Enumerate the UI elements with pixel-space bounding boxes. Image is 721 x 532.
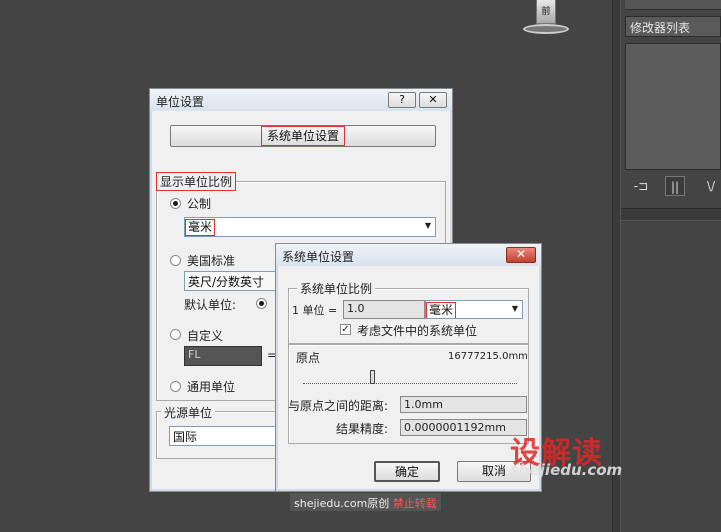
us-standard-dropdown[interactable]: 英尺/分数英寸	[184, 271, 284, 291]
close-button[interactable]: ✕	[419, 92, 447, 108]
modifier-stack-toolbar: -⊐ || \/	[625, 174, 721, 198]
modifier-list-dropdown[interactable]: 修改器列表	[625, 16, 721, 37]
custom-unit-field[interactable]: FL	[184, 346, 262, 366]
ok-button[interactable]: 确定	[374, 461, 440, 482]
generic-units-radio[interactable]	[170, 381, 181, 392]
system-unit-scale-label: 系统单位比例	[297, 280, 376, 297]
credit-note: 禁止转载	[392, 497, 437, 510]
respect-system-units-checkbox[interactable]: ✓	[340, 324, 351, 335]
origin-slider-track[interactable]	[303, 374, 517, 384]
us-standard-label: 美国标准	[187, 254, 236, 268]
precision-field[interactable]: 0.0000001192mm	[400, 419, 527, 436]
system-unit-setup-label: 系统单位设置	[260, 126, 345, 146]
lighting-units-label: 光源单位	[161, 404, 216, 421]
default-units-label: 默认单位:	[184, 298, 237, 312]
origin-label: 原点	[296, 351, 321, 365]
close-button[interactable]: ✕	[506, 247, 536, 263]
rollout-separator	[621, 208, 721, 220]
custom-label: 自定义	[187, 329, 224, 343]
lighting-units-dropdown[interactable]: 国际	[169, 426, 289, 446]
system-unit-setup-titlebar[interactable]: 系统单位设置	[276, 244, 541, 266]
us-standard-radio[interactable]	[170, 255, 181, 266]
metric-label: 公制	[187, 197, 212, 211]
system-unit-setup-button[interactable]: 系统单位设置	[170, 125, 436, 147]
custom-radio[interactable]	[170, 329, 181, 340]
rollout-area[interactable]	[621, 220, 721, 532]
make-unique-icon[interactable]: \/	[701, 176, 721, 196]
units-setup-title: 单位设置	[156, 95, 205, 109]
viewcube-face[interactable]: 前	[536, 0, 556, 24]
credit-site: shejiedu.com原创	[294, 497, 390, 510]
display-unit-scale-label: 显示单位比例	[156, 172, 237, 191]
metric-units-value: 毫米	[185, 219, 216, 236]
modifier-stack[interactable]	[625, 43, 721, 170]
unit-scale-field[interactable]: 1.0	[343, 300, 425, 319]
metric-units-dropdown[interactable]: 毫米 ▼	[184, 217, 436, 237]
distance-label: 与原点之间的距离:	[288, 399, 389, 413]
credit-banner: shejiedu.com原创 禁止转载	[290, 493, 441, 511]
system-unit-setup-dialog: 系统单位设置 ✕ 系统单位比例 1 单位 = 1.0 毫米 ▼ ✓ 考虑文件中的…	[275, 243, 542, 492]
pin-stack-icon[interactable]: -⊐	[631, 176, 651, 196]
system-unit-setup-title: 系统单位设置	[282, 250, 355, 264]
show-end-result-icon[interactable]: ||	[665, 176, 685, 196]
chevron-down-icon: ▼	[511, 304, 518, 313]
help-button[interactable]: ?	[388, 92, 416, 108]
origin-value: 16777215.0mm	[448, 351, 528, 362]
chevron-down-icon: ▼	[424, 221, 431, 230]
viewcube[interactable]: 前	[523, 0, 569, 36]
metric-radio[interactable]	[170, 198, 181, 209]
viewcube-ring[interactable]	[523, 24, 569, 34]
watermark-url: shejiedu.com	[510, 461, 623, 479]
default-units-radio[interactable]	[256, 298, 267, 309]
origin-slider-handle[interactable]	[370, 370, 375, 384]
precision-label: 结果精度:	[336, 422, 389, 436]
one-unit-label: 1 单位 =	[292, 304, 338, 317]
panel-divider[interactable]	[612, 0, 621, 532]
generic-units-label: 通用单位	[187, 380, 236, 394]
system-units-value: 毫米	[426, 302, 457, 318]
system-units-dropdown[interactable]: 毫米 ▼	[425, 300, 523, 319]
command-panel-tabs[interactable]	[625, 0, 721, 10]
respect-system-units-label: 考虑文件中的系统单位	[357, 324, 478, 338]
distance-field[interactable]: 1.0mm	[400, 396, 527, 413]
